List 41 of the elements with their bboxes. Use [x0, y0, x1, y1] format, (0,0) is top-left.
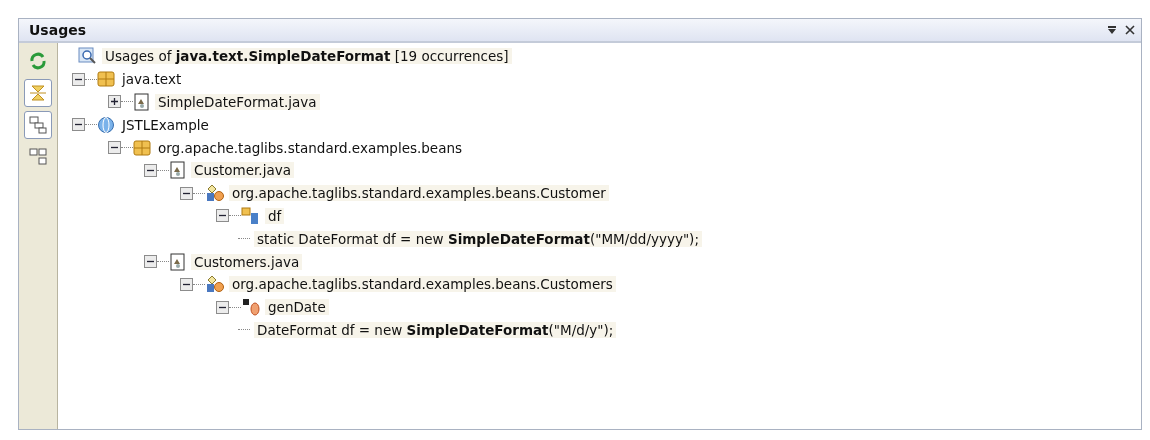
- collapse-all-icon: [28, 83, 48, 103]
- field-icon: [241, 206, 261, 225]
- physical-view-icon: [28, 147, 48, 167]
- java-file-icon: [133, 93, 151, 111]
- collapse-toggle[interactable]: [72, 72, 85, 86]
- collapse-toggle[interactable]: [72, 118, 85, 132]
- java-file-icon: [169, 161, 187, 180]
- globe-icon: [97, 115, 115, 134]
- search-summary[interactable]: Usages of java.text.SimpleDateFormat [19 occurrences]: [102, 48, 512, 65]
- tree-item[interactable]: genDate: [265, 299, 329, 316]
- class-icon: [205, 184, 225, 203]
- collapse-toggle[interactable]: [216, 300, 229, 314]
- class-icon: [205, 275, 225, 294]
- collapse-toggle[interactable]: [144, 255, 157, 269]
- logical-view-icon: [28, 115, 48, 135]
- tree-item[interactable]: df: [265, 207, 285, 224]
- close-icon: [1125, 25, 1135, 35]
- search-icon: [78, 47, 98, 66]
- collapse-toggle[interactable]: [180, 186, 193, 200]
- java-file-icon: [169, 252, 187, 271]
- tree-item[interactable]: java.text: [119, 71, 185, 88]
- method-icon: [241, 298, 261, 317]
- tree-item[interactable]: Customers.java: [191, 253, 303, 270]
- refresh-icon: [28, 51, 48, 71]
- tree-item[interactable]: JSTLExample: [119, 116, 212, 133]
- toolbar-button[interactable]: [24, 79, 52, 107]
- tree-item[interactable]: org.apache.taglibs.standard.examples.beans.Customers: [229, 276, 616, 293]
- dropdown-icon: [1107, 25, 1117, 35]
- collapse-toggle[interactable]: [108, 141, 121, 155]
- panel-title: Usages: [29, 22, 86, 38]
- tree-item[interactable]: org.apache.taglibs.standard.examples.beans.Customer: [229, 185, 609, 202]
- toolbar-button[interactable]: [24, 111, 52, 139]
- tree-item[interactable]: org.apache.taglibs.standard.examples.beans: [155, 139, 465, 156]
- collapse-toggle[interactable]: [144, 163, 157, 177]
- collapse-toggle[interactable]: [216, 209, 229, 223]
- package-icon: [133, 138, 151, 157]
- tree-item[interactable]: Customer.java: [191, 162, 294, 179]
- collapse-toggle[interactable]: [180, 277, 193, 291]
- package-icon: [97, 70, 115, 89]
- tree-item[interactable]: SimpleDateFormat.java: [155, 94, 320, 110]
- expand-toggle[interactable]: [108, 95, 121, 109]
